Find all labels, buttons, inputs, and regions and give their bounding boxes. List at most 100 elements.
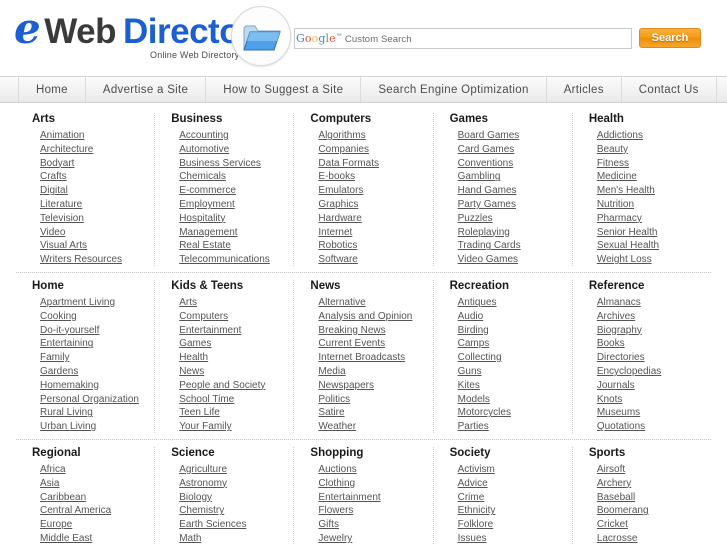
category-link[interactable]: Senior Health bbox=[597, 227, 658, 238]
category-link[interactable]: Issues bbox=[458, 533, 487, 544]
category-link[interactable]: Board Games bbox=[458, 130, 520, 141]
category-link[interactable]: Activism bbox=[458, 464, 495, 475]
category-link[interactable]: Robotics bbox=[318, 240, 357, 251]
category-link[interactable]: Books bbox=[597, 338, 625, 349]
category-link[interactable]: Hospitality bbox=[179, 213, 225, 224]
category-link[interactable]: Beauty bbox=[597, 144, 628, 155]
category-link[interactable]: Graphics bbox=[318, 199, 358, 210]
category-link[interactable]: Flowers bbox=[318, 505, 353, 516]
category-title[interactable]: Reference bbox=[589, 280, 705, 292]
category-link[interactable]: Bodyart bbox=[40, 158, 74, 169]
category-link[interactable]: Hardware bbox=[318, 213, 361, 224]
category-link[interactable]: Entertainment bbox=[318, 492, 380, 503]
category-link[interactable]: Archery bbox=[597, 478, 631, 489]
category-link[interactable]: Airsoft bbox=[597, 464, 625, 475]
category-title[interactable]: Business bbox=[171, 113, 287, 125]
category-link[interactable]: Africa bbox=[40, 464, 66, 475]
category-link[interactable]: Asia bbox=[40, 478, 59, 489]
category-link[interactable]: Gambling bbox=[458, 171, 501, 182]
category-link[interactable]: Your Family bbox=[179, 421, 231, 432]
category-link[interactable]: Astronomy bbox=[179, 478, 227, 489]
category-link[interactable]: Personal Organization bbox=[40, 394, 139, 405]
category-link[interactable]: Men's Health bbox=[597, 185, 655, 196]
category-link[interactable]: Encyclopedias bbox=[597, 366, 661, 377]
nav-item-how-to-suggest-a-site[interactable]: How to Suggest a Site bbox=[206, 77, 362, 102]
nav-item-articles[interactable]: Articles bbox=[547, 77, 622, 102]
category-link[interactable]: Internet Broadcasts bbox=[318, 352, 405, 363]
category-link[interactable]: Gifts bbox=[318, 519, 339, 530]
category-link[interactable]: Nutrition bbox=[597, 199, 634, 210]
category-link[interactable]: Analysis and Opinion bbox=[318, 311, 412, 322]
category-link[interactable]: E-books bbox=[318, 171, 355, 182]
category-title[interactable]: Kids & Teens bbox=[171, 280, 287, 292]
category-link[interactable]: Chemistry bbox=[179, 505, 224, 516]
site-logo[interactable]: e Web Directory Online Web Directory bbox=[0, 0, 291, 76]
category-link[interactable]: Camps bbox=[458, 338, 490, 349]
category-link[interactable]: Fitness bbox=[597, 158, 629, 169]
category-link[interactable]: Caribbean bbox=[40, 492, 86, 503]
nav-item-advertise-a-site[interactable]: Advertise a Site bbox=[86, 77, 207, 102]
category-link[interactable]: Earth Sciences bbox=[179, 519, 246, 530]
category-link[interactable]: News bbox=[179, 366, 204, 377]
category-link[interactable]: Family bbox=[40, 352, 69, 363]
category-link[interactable]: Employment bbox=[179, 199, 235, 210]
category-title[interactable]: Arts bbox=[32, 113, 148, 125]
category-link[interactable]: Alternative bbox=[318, 297, 365, 308]
category-link[interactable]: School Time bbox=[179, 394, 234, 405]
category-title[interactable]: Science bbox=[171, 447, 287, 459]
category-link[interactable]: Europe bbox=[40, 519, 72, 530]
category-title[interactable]: Recreation bbox=[450, 280, 566, 292]
category-link[interactable]: Cooking bbox=[40, 311, 77, 322]
category-link[interactable]: Software bbox=[318, 254, 357, 265]
category-link[interactable]: People and Society bbox=[179, 380, 265, 391]
category-link[interactable]: Card Games bbox=[458, 144, 515, 155]
category-link[interactable]: Biography bbox=[597, 325, 642, 336]
category-link[interactable]: Baseball bbox=[597, 492, 635, 503]
category-link[interactable]: Journals bbox=[597, 380, 635, 391]
category-link[interactable]: Health bbox=[179, 352, 208, 363]
category-link[interactable]: Companies bbox=[318, 144, 369, 155]
nav-item-search-engine-optimization[interactable]: Search Engine Optimization bbox=[361, 77, 547, 102]
category-link[interactable]: Biology bbox=[179, 492, 212, 503]
category-link[interactable]: Animation bbox=[40, 130, 84, 141]
category-link[interactable]: Directories bbox=[597, 352, 645, 363]
category-link[interactable]: Puzzles bbox=[458, 213, 493, 224]
search-button[interactable]: Search bbox=[639, 28, 701, 48]
category-link[interactable]: Math bbox=[179, 533, 201, 544]
category-link[interactable]: Politics bbox=[318, 394, 350, 405]
category-link[interactable]: Apartment Living bbox=[40, 297, 115, 308]
category-title[interactable]: Home bbox=[32, 280, 148, 292]
category-link[interactable]: Trading Cards bbox=[458, 240, 521, 251]
category-link[interactable]: Models bbox=[458, 394, 490, 405]
category-title[interactable]: Games bbox=[450, 113, 566, 125]
category-link[interactable]: Games bbox=[179, 338, 211, 349]
category-link[interactable]: Central America bbox=[40, 505, 111, 516]
category-link[interactable]: Video bbox=[40, 227, 65, 238]
category-link[interactable]: Digital bbox=[40, 185, 68, 196]
category-link[interactable]: Rural Living bbox=[40, 407, 93, 418]
category-link[interactable]: Business Services bbox=[179, 158, 261, 169]
category-link[interactable]: E-commerce bbox=[179, 185, 236, 196]
category-link[interactable]: Folklore bbox=[458, 519, 494, 530]
category-link[interactable]: Clothing bbox=[318, 478, 355, 489]
category-link[interactable]: Pharmacy bbox=[597, 213, 642, 224]
category-link[interactable]: Internet bbox=[318, 227, 352, 238]
category-link[interactable]: Jewelry bbox=[318, 533, 352, 544]
category-link[interactable]: Real Estate bbox=[179, 240, 231, 251]
category-link[interactable]: Audio bbox=[458, 311, 484, 322]
category-link[interactable]: Visual Arts bbox=[40, 240, 87, 251]
category-link[interactable]: Museums bbox=[597, 407, 640, 418]
category-link[interactable]: Do-it-yourself bbox=[40, 325, 99, 336]
category-link[interactable]: Addictions bbox=[597, 130, 643, 141]
category-link[interactable]: Conventions bbox=[458, 158, 514, 169]
category-link[interactable]: Guns bbox=[458, 366, 482, 377]
category-link[interactable]: Chemicals bbox=[179, 171, 226, 182]
category-link[interactable]: Literature bbox=[40, 199, 82, 210]
category-link[interactable]: Party Games bbox=[458, 199, 516, 210]
category-link[interactable]: Sexual Health bbox=[597, 240, 659, 251]
category-link[interactable]: Roleplaying bbox=[458, 227, 510, 238]
category-link[interactable]: Antiques bbox=[458, 297, 497, 308]
category-link[interactable]: Collecting bbox=[458, 352, 502, 363]
category-link[interactable]: Motorcycles bbox=[458, 407, 511, 418]
category-link[interactable]: Kites bbox=[458, 380, 480, 391]
